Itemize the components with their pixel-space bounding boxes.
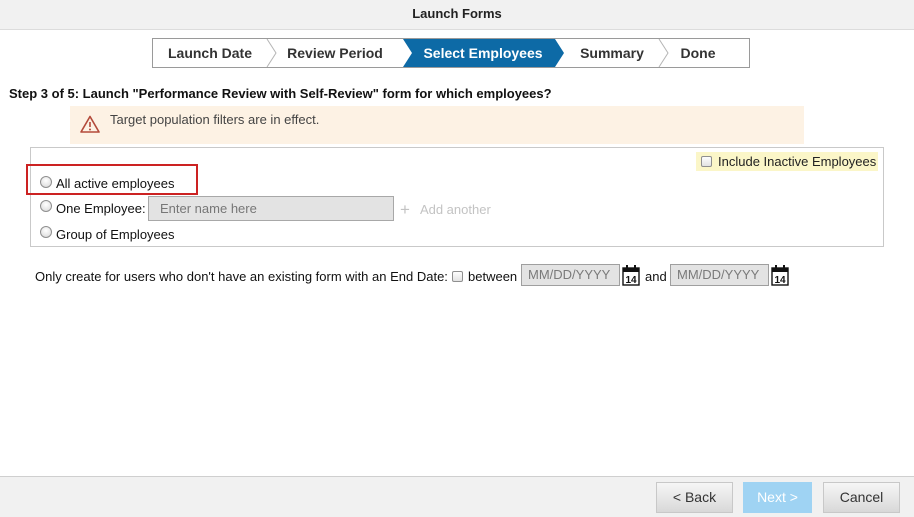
- wizard-stepper: Launch Date Review Period Select Employe…: [152, 38, 750, 68]
- end-calendar-day: 14: [774, 275, 786, 286]
- all-active-label[interactable]: All active employees: [56, 176, 175, 191]
- employee-name-input[interactable]: Enter name here: [148, 196, 394, 221]
- include-inactive-checkbox[interactable]: [701, 156, 712, 167]
- add-another-label: Add another: [419, 202, 491, 217]
- add-another-link[interactable]: + Add another: [400, 200, 491, 220]
- start-calendar-day: 14: [625, 275, 637, 286]
- end-date-input[interactable]: MM/DD/YYYY: [670, 264, 769, 286]
- filter-notice: Target population filters are in effect.: [70, 106, 804, 144]
- one-employee-label[interactable]: One Employee:: [56, 201, 146, 216]
- back-button[interactable]: < Back: [656, 482, 733, 513]
- step-done[interactable]: Done: [665, 39, 731, 67]
- group-label[interactable]: Group of Employees: [56, 227, 175, 242]
- warning-icon: [80, 115, 100, 133]
- step-launch-date[interactable]: Launch Date: [153, 39, 267, 67]
- include-inactive-label: Include Inactive Employees: [718, 154, 877, 169]
- start-calendar-icon[interactable]: 14: [622, 264, 640, 286]
- cancel-button[interactable]: Cancel: [823, 482, 900, 513]
- and-label: and: [645, 269, 667, 284]
- between-label: between: [468, 269, 518, 284]
- step-select-employees[interactable]: Select Employees: [407, 39, 559, 67]
- end-date-checkbox[interactable]: [452, 271, 463, 282]
- window-title: Launch Forms: [0, 0, 914, 30]
- step-summary[interactable]: Summary: [563, 39, 661, 67]
- end-calendar-icon[interactable]: 14: [771, 264, 789, 286]
- group-radio[interactable]: [40, 226, 52, 238]
- step-review-period[interactable]: Review Period: [275, 39, 395, 67]
- include-inactive-option[interactable]: Include Inactive Employees: [696, 152, 878, 171]
- plus-icon: +: [400, 200, 410, 219]
- next-button[interactable]: Next >: [743, 482, 812, 513]
- all-active-radio[interactable]: [40, 176, 52, 188]
- one-employee-radio[interactable]: [40, 200, 52, 212]
- end-date-filter-label: Only create for users who don't have an …: [35, 269, 448, 284]
- notice-text: Target population filters are in effect.: [110, 112, 320, 127]
- page-heading: Step 3 of 5: Launch "Performance Review …: [9, 86, 552, 101]
- start-date-input[interactable]: MM/DD/YYYY: [521, 264, 620, 286]
